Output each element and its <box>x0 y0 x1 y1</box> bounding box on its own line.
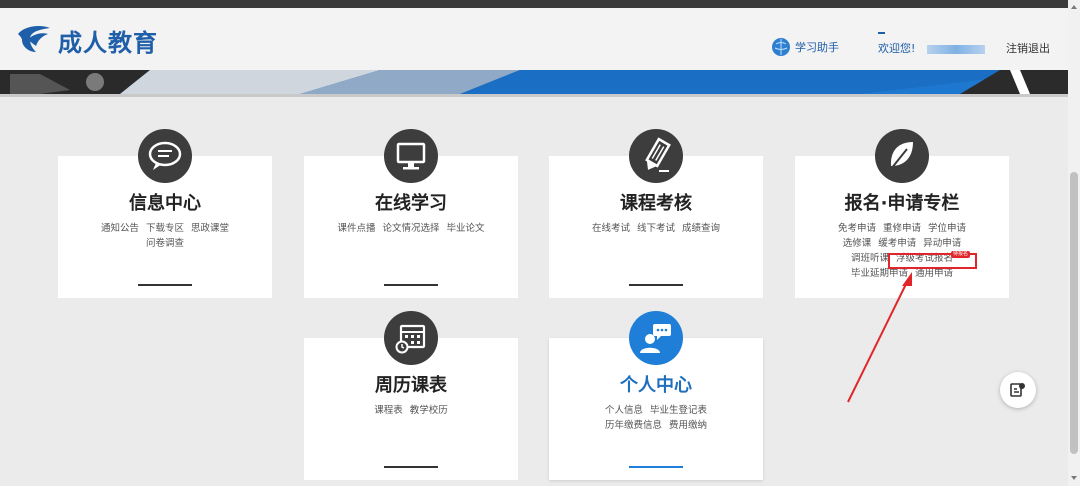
link-download[interactable]: 下载专区 <box>146 223 184 234</box>
globe-icon <box>772 38 790 56</box>
card-links: 课件点播 论文情况选择 毕业论文 <box>304 221 518 236</box>
link-general-application[interactable]: 通用申请 <box>915 268 953 279</box>
card-links: 在线考试 线下考试 成绩查询 <box>549 221 763 236</box>
welcome-dash <box>878 32 885 34</box>
welcome-text: 欢迎您! <box>878 32 985 56</box>
username-redacted <box>926 44 985 54</box>
brand-name: 成人教育 <box>58 27 158 57</box>
chat-assist-icon <box>1010 383 1025 397</box>
telecom-logo-icon <box>14 22 54 58</box>
study-helper-label: 学习助手 <box>795 41 839 54</box>
calendar-clock-icon <box>384 311 438 365</box>
card-title: 在线学习 <box>375 193 447 214</box>
link-grades[interactable]: 成绩查询 <box>682 223 720 234</box>
link-fee-payment[interactable]: 费用缴纳 <box>669 420 707 431</box>
link-exempt-exam[interactable]: 免考申请 <box>838 223 876 234</box>
link-online-exam[interactable]: 在线考试 <box>592 223 630 234</box>
card-links: 免考申请 重修申请 学位申请 选修课 缓考申请 异动申请 调班听课 浮级考试报名… <box>795 221 1009 281</box>
card-links: 个人信息 毕业生登记表 历年缴费信息 费用缴纳 <box>549 403 763 433</box>
link-thesis-selection[interactable]: 论文情况选择 <box>382 223 439 234</box>
pencil-icon <box>629 129 683 183</box>
link-graduate-form[interactable]: 毕业生登记表 <box>650 405 707 416</box>
link-defer-exam[interactable]: 缓考申请 <box>878 238 916 249</box>
banner <box>0 70 1068 94</box>
card-underline <box>384 284 438 286</box>
link-courseware[interactable]: 课件点播 <box>337 223 375 234</box>
scrollbar[interactable] <box>1068 0 1080 486</box>
link-survey[interactable]: 问卷调查 <box>146 238 184 249</box>
link-retake[interactable]: 重修申请 <box>883 223 921 234</box>
card-underline <box>138 284 192 286</box>
card-links: 课程表 教学校历 <box>304 403 518 418</box>
card-underline <box>629 466 683 468</box>
card-title: 个人中心 <box>620 375 692 396</box>
card-links: 通知公告 下载专区 思政课堂 问卷调查 <box>58 221 272 251</box>
link-offline-exam[interactable]: 线下考试 <box>637 223 675 234</box>
link-graduation-thesis[interactable]: 毕业论文 <box>447 223 485 234</box>
welcome-label: 欢迎您! <box>878 42 916 55</box>
link-elective[interactable]: 选修课 <box>843 238 872 249</box>
card-title: 课程考核 <box>620 193 692 214</box>
logout-link[interactable]: 注销退出 <box>1006 40 1050 56</box>
scroll-up-icon[interactable] <box>1071 5 1077 9</box>
link-school-calendar[interactable]: 教学校历 <box>410 405 448 416</box>
logo[interactable]: 成人教育 <box>14 22 158 58</box>
scroll-down-icon[interactable] <box>1071 476 1077 480</box>
link-personal-info[interactable]: 个人信息 <box>605 405 643 416</box>
top-strip <box>0 0 1068 8</box>
link-payment-history[interactable]: 历年缴费信息 <box>605 420 662 431</box>
link-ideology[interactable]: 思政课堂 <box>191 223 229 234</box>
link-degree[interactable]: 学位申请 <box>928 223 966 234</box>
chat-bubbles-icon <box>138 129 192 183</box>
header: 成人教育 学习助手 欢迎您! 注销退出 <box>0 8 1068 70</box>
link-notice[interactable]: 通知公告 <box>101 223 139 234</box>
user-chat-icon <box>629 311 683 365</box>
scrollbar-thumb[interactable] <box>1070 172 1078 454</box>
card-underline <box>384 466 438 468</box>
pending-badge: 待报名 <box>951 251 971 258</box>
leaf-icon <box>875 129 929 183</box>
card-underline <box>629 284 683 286</box>
study-helper-link[interactable]: 学习助手 <box>772 38 839 56</box>
monitor-icon <box>384 129 438 183</box>
card-title: 报名·申请专栏 <box>844 193 960 214</box>
card-title: 信息中心 <box>129 193 201 214</box>
link-class-transfer[interactable]: 调班听课 <box>851 253 889 264</box>
card-title: 周历课表 <box>375 375 447 396</box>
link-graduation-extension[interactable]: 毕业延期申请 <box>851 268 908 279</box>
chat-assist-button[interactable] <box>1000 372 1036 408</box>
link-timetable[interactable]: 课程表 <box>374 405 403 416</box>
banner-underline <box>0 94 1068 97</box>
link-status-change[interactable]: 异动申请 <box>923 238 961 249</box>
